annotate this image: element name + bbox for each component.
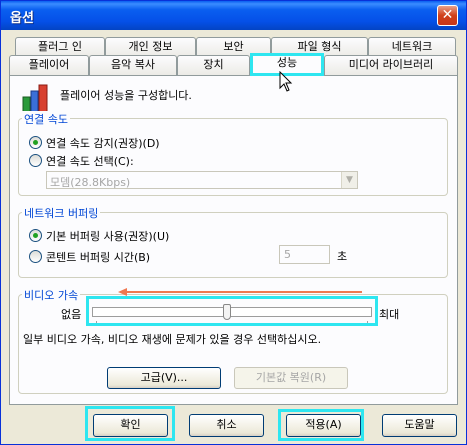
tab-devices[interactable]: 장치 xyxy=(177,55,250,75)
network-buffering-group xyxy=(18,212,448,278)
speed-select[interactable]: 모뎀(28.8Kbps) ▼ xyxy=(46,171,358,189)
apply-highlight xyxy=(278,409,364,441)
default-buffering-radio[interactable] xyxy=(29,229,42,242)
speed-select-value: 모뎀(28.8Kbps) xyxy=(50,176,131,189)
cancel-button[interactable]: 취소 xyxy=(189,414,264,437)
detect-speed-label[interactable]: 연결 속도 감지(권장)(D) xyxy=(46,135,160,151)
tab-media-library[interactable]: 미디어 라이브러리 xyxy=(324,55,458,75)
tab-network[interactable]: 네트워크 xyxy=(368,37,456,57)
select-speed-radio[interactable] xyxy=(29,154,42,167)
tab-privacy[interactable]: 개인 정보 xyxy=(105,37,196,57)
tab-rip-music[interactable]: 음악 복사 xyxy=(89,55,177,75)
page-description: 플레이어 성능을 구성합니다. xyxy=(60,89,192,102)
default-buffering-label[interactable]: 기본 버퍼링 사용(권장)(U) xyxy=(46,228,169,244)
performance-bars-icon xyxy=(22,84,48,113)
acceleration-max-label: 최대 xyxy=(379,308,400,321)
tab-player[interactable]: 플레이어 xyxy=(9,55,89,75)
custom-buffering-label[interactable]: 콘텐트 버퍼링 시간(B) xyxy=(46,249,150,265)
options-window: 옵션 ✕ 플러그 인 개인 정보 보안 파일 형식 네트워크 플레이어 음악 복… xyxy=(0,0,467,445)
slider-highlight xyxy=(86,296,378,326)
select-speed-label[interactable]: 연결 속도 선택(C): xyxy=(46,153,134,169)
seconds-unit-label: 초 xyxy=(337,250,348,263)
restore-defaults-button[interactable]: 기본값 복원(R) xyxy=(234,367,348,389)
ok-highlight xyxy=(85,406,175,441)
mouse-cursor-icon xyxy=(279,71,293,92)
acceleration-note: 일부 비디오 가속, 비디오 재생에 문제가 있을 경우 선택하십시오. xyxy=(23,333,322,346)
help-button[interactable]: 도움말 xyxy=(382,414,457,437)
buffer-seconds-value: 5 xyxy=(284,248,291,261)
title-bar[interactable]: 옵션 ✕ xyxy=(1,1,466,30)
network-buffering-legend: 네트워크 버퍼링 xyxy=(22,205,101,221)
advanced-button[interactable]: 고급(V)... xyxy=(107,367,221,389)
close-icon[interactable]: ✕ xyxy=(437,5,458,26)
window-title: 옵션 xyxy=(10,11,34,26)
video-acceleration-legend: 비디오 가속 xyxy=(22,287,81,303)
tab-plugins[interactable]: 플러그 인 xyxy=(15,37,105,57)
acceleration-min-label: 없음 xyxy=(61,308,82,321)
detect-speed-radio[interactable] xyxy=(29,136,42,149)
chevron-down-icon[interactable]: ▼ xyxy=(341,172,357,188)
custom-buffering-radio[interactable] xyxy=(29,250,42,263)
performance-panel: 플레이어 성능을 구성합니다. 연결 속도 연결 속도 감지(권장)(D) 연결… xyxy=(9,75,458,405)
buffer-seconds-input[interactable]: 5 xyxy=(279,245,330,264)
connection-speed-legend: 연결 속도 xyxy=(22,111,70,127)
